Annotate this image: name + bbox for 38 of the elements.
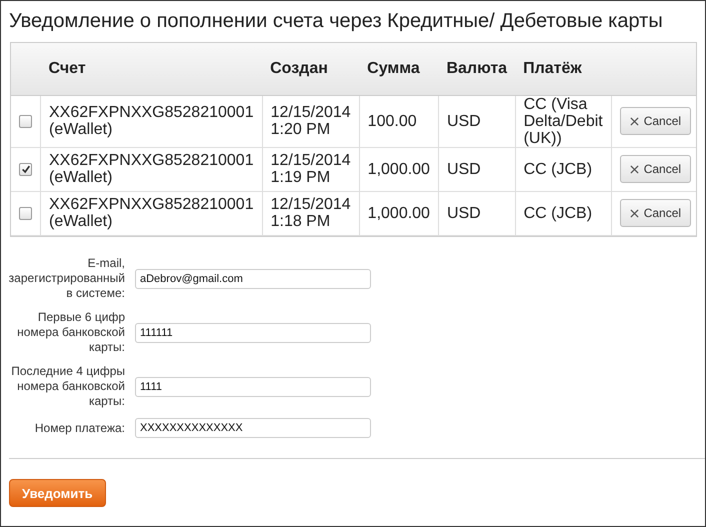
field-label: Последние 4 цифры номера банковской карты: (10, 364, 125, 409)
column-header: Создан (262, 43, 360, 95)
field-label: E-mail, зарегистрированный в системе: (8, 256, 125, 301)
close-icon (630, 164, 639, 174)
column-header: Счет (40, 43, 262, 95)
table-cell: CC (JCB) (515, 147, 612, 191)
table-cell: XX62FXPNXXG8528210001 (eWallet) (40, 95, 262, 147)
table-cell: 1,000.00 (359, 191, 438, 235)
table-cell: 12/15/2014 1:18 PM (262, 191, 360, 235)
table-cell: XX62FXPNXXG8528210001 (eWallet) (40, 147, 262, 191)
table-cell: 1,000.00 (359, 147, 438, 191)
table-cell: USD (438, 191, 516, 235)
cancel-button[interactable]: Cancel (620, 107, 692, 135)
field-label: Первые 6 цифр номера банковской карты: (16, 310, 125, 355)
row-checkbox[interactable] (19, 162, 32, 176)
column-header: Сумма (359, 43, 438, 95)
row-checkbox[interactable] (19, 114, 32, 128)
close-icon (630, 208, 639, 218)
table-cell: 12/15/2014 1:20 PM (262, 95, 360, 147)
table-cell: 12/15/2014 1:19 PM (262, 147, 360, 191)
table-cell: CC (JCB) (515, 191, 612, 235)
row-checkbox[interactable] (19, 206, 32, 220)
page-title: Уведомление о пополнении счета через Кредитные/ Дебетовые карты (8, 9, 664, 34)
input-field[interactable]: 111111 (135, 322, 371, 342)
close-icon (630, 116, 639, 126)
field-label: Номер платежа: (34, 420, 125, 436)
table-cell: 100.00 (359, 95, 438, 147)
column-header: Валюта (438, 43, 516, 95)
input-field[interactable]: aDebrov@gmail.com (135, 268, 371, 288)
input-field[interactable]: XXXXXXXXXXXXXX (135, 418, 371, 438)
table-cell: CC (Visa Delta/Debit (UK)) (515, 95, 612, 147)
table-cell: XX62FXPNXXG8528210001 (eWallet) (40, 191, 262, 235)
column-header: Платёж (515, 43, 612, 95)
table-cell: USD (438, 147, 516, 191)
input-field[interactable]: 1111 (135, 376, 371, 396)
cancel-button[interactable]: Cancel (620, 199, 692, 227)
cancel-button[interactable]: Cancel (620, 155, 692, 183)
table-cell: USD (438, 95, 516, 147)
